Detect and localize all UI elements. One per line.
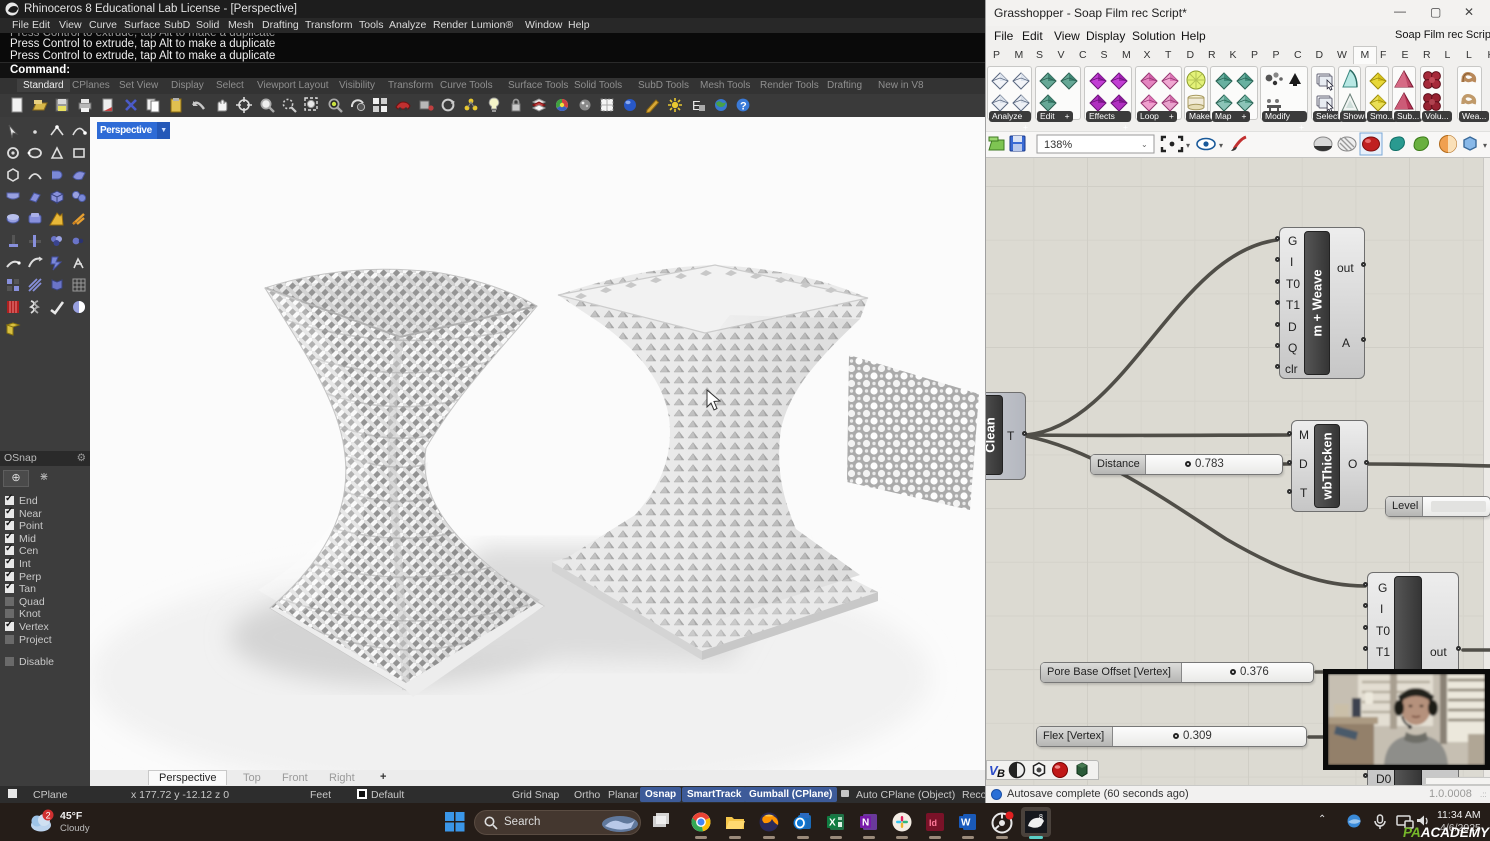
svg-text:B: B bbox=[997, 768, 1005, 779]
svg-text:X: X bbox=[829, 818, 836, 829]
svg-text:8: 8 bbox=[1039, 814, 1043, 821]
svg-text:138%: 138% bbox=[1044, 139, 1072, 151]
svg-text:Id: Id bbox=[929, 818, 937, 828]
svg-text:⌄: ⌄ bbox=[1141, 140, 1148, 149]
svg-text:▾: ▾ bbox=[1186, 141, 1190, 150]
svg-text:2: 2 bbox=[46, 811, 51, 821]
svg-text:N: N bbox=[862, 818, 869, 829]
svg-text:▾: ▾ bbox=[1219, 141, 1223, 150]
svg-text:?: ? bbox=[740, 101, 747, 113]
svg-text:▾: ▾ bbox=[1483, 141, 1487, 150]
svg-text:W: W bbox=[961, 818, 971, 829]
